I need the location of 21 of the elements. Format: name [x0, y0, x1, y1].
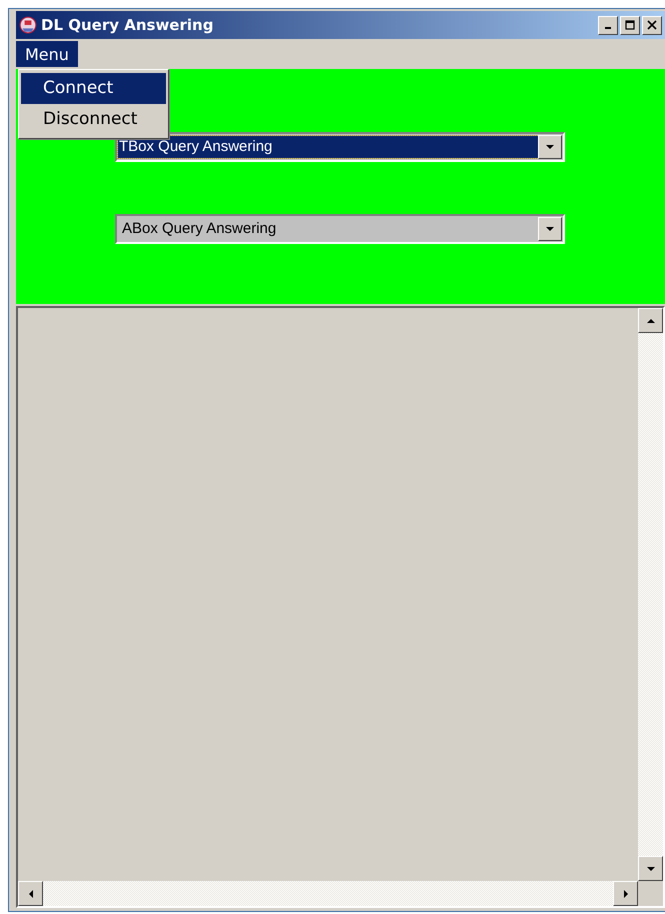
- vertical-scrollbar[interactable]: [638, 308, 663, 881]
- minimize-icon: [605, 27, 611, 29]
- close-icon: [647, 20, 657, 30]
- minimize-button[interactable]: [598, 16, 618, 34]
- scroll-up-icon[interactable]: [638, 308, 663, 333]
- scroll-right-icon[interactable]: [613, 881, 638, 906]
- close-button[interactable]: [642, 16, 662, 34]
- app-icon: [19, 16, 37, 34]
- combo-box[interactable]: TBox Query Answering: [115, 132, 565, 162]
- menu-item[interactable]: Connect: [21, 73, 166, 104]
- scroll-down-icon[interactable]: [638, 856, 663, 881]
- horizontal-scrollbar[interactable]: [18, 881, 638, 906]
- maximize-button[interactable]: [620, 16, 640, 34]
- menu-button[interactable]: Menu: [16, 41, 78, 67]
- combo-value: ABox Query Answering: [121, 219, 278, 239]
- scroll-left-icon[interactable]: [18, 881, 43, 906]
- combo-value: TBox Query Answering: [118, 136, 538, 158]
- window-title: DL Query Answering: [41, 16, 214, 34]
- maximize-icon: [625, 20, 635, 30]
- combo-box[interactable]: ABox Query Answering: [115, 214, 565, 244]
- menu-item[interactable]: Disconnect: [21, 104, 166, 135]
